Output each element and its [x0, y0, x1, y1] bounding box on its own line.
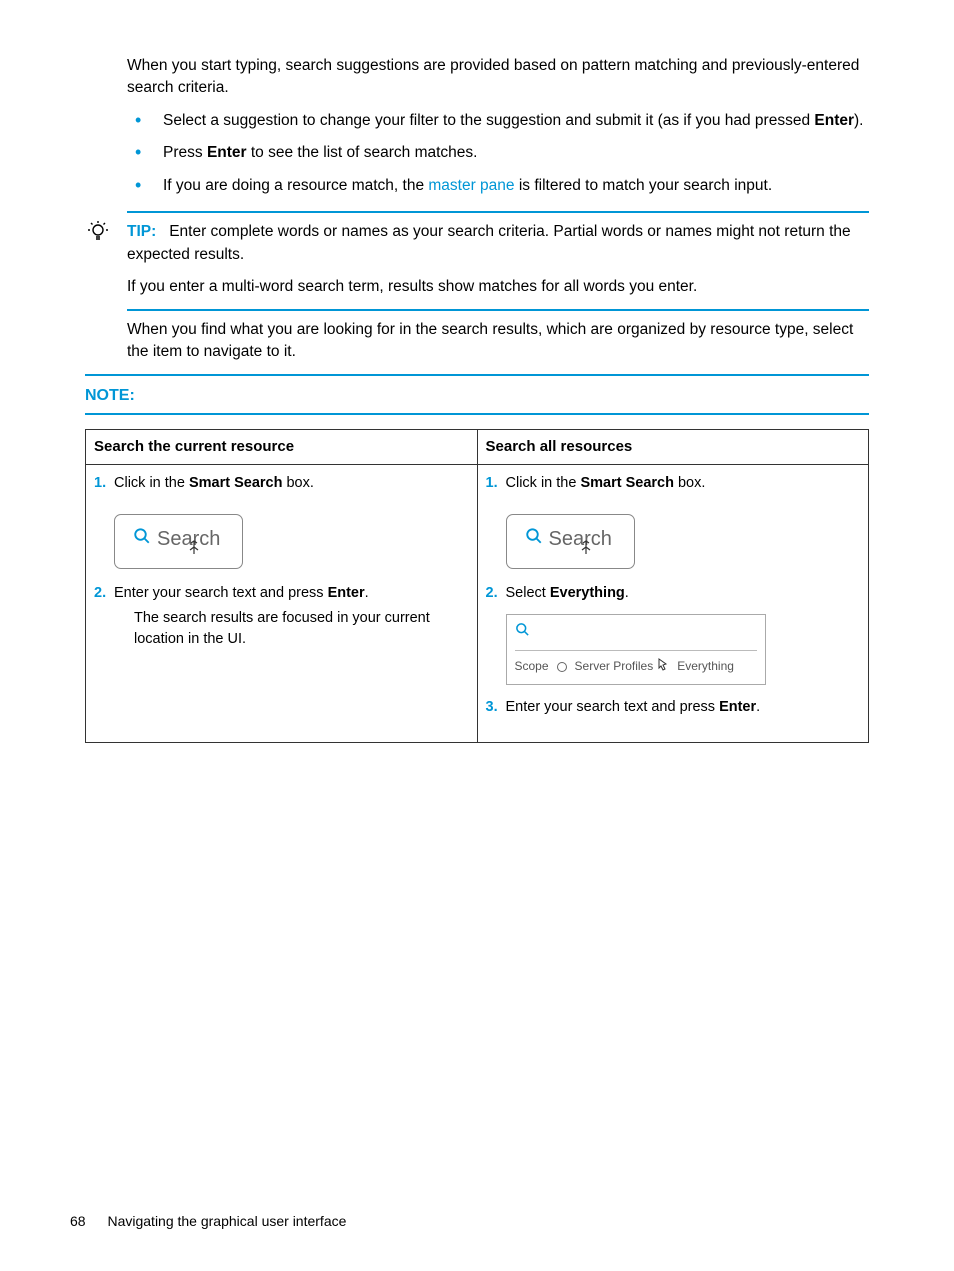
- text: Press: [163, 144, 207, 161]
- text: Select a suggestion to change your filte…: [163, 112, 814, 129]
- note-label: NOTE:: [85, 384, 869, 407]
- bold-text: Smart Search: [189, 475, 283, 491]
- text: box.: [282, 475, 313, 491]
- bullet-item: If you are doing a resource match, the m…: [127, 175, 869, 197]
- tip-text: Enter complete words or names as your se…: [127, 223, 851, 262]
- step-subtext: The search results are focused in your c…: [134, 608, 467, 650]
- step-1: 1. Click in the Smart Search box.: [486, 473, 859, 494]
- scope-option: Server Profiles: [575, 658, 654, 675]
- page-footer: 68 Navigating the graphical user interfa…: [70, 1211, 346, 1231]
- search-box-illustration: Search: [114, 514, 243, 569]
- cursor-icon: [657, 657, 669, 676]
- bullet-item: Press Enter to see the list of search ma…: [127, 142, 869, 164]
- text: to see the list of search matches.: [247, 144, 478, 161]
- search-icon: [515, 621, 530, 644]
- bold-text: Everything: [550, 585, 625, 601]
- text: ).: [854, 112, 863, 129]
- lightbulb-icon: [85, 219, 111, 245]
- page-number: 68: [70, 1213, 86, 1229]
- text: Click in the: [506, 475, 581, 491]
- radio-icon: [557, 662, 567, 672]
- scope-box-illustration: Scope Server Profiles Everything: [506, 614, 766, 686]
- step-number: 2.: [486, 583, 498, 604]
- search-icon: [133, 525, 151, 554]
- text: .: [756, 699, 760, 715]
- text: Enter your search text and press: [506, 699, 720, 715]
- bold-text: Smart Search: [580, 475, 674, 491]
- text: If you are doing a resource match, the: [163, 177, 428, 194]
- tip-label: TIP:: [127, 223, 156, 240]
- text: .: [625, 585, 629, 601]
- table-cell-right: 1. Click in the Smart Search box. Search…: [477, 464, 869, 743]
- intro-bullet-list: Select a suggestion to change your filte…: [127, 110, 869, 197]
- tip-line-1: TIP: Enter complete words or names as yo…: [127, 221, 869, 266]
- table-cell-left: 1. Click in the Smart Search box. Search…: [86, 464, 478, 743]
- scope-option: Everything: [677, 658, 734, 675]
- text: Select: [506, 585, 550, 601]
- divider: [127, 309, 869, 311]
- step-3: 3. Enter your search text and press Ente…: [486, 697, 859, 718]
- table-header-left: Search the current resource: [86, 429, 478, 464]
- text: Enter your search text and press: [114, 585, 328, 601]
- text: box.: [674, 475, 705, 491]
- search-icon: [525, 525, 543, 554]
- scope-row: Scope Server Profiles Everything: [515, 650, 757, 676]
- cursor-icon: [186, 537, 202, 566]
- bold-text: Enter: [328, 585, 365, 601]
- step-number: 2.: [94, 583, 106, 604]
- divider: [127, 211, 869, 213]
- step-number: 1.: [486, 473, 498, 494]
- bold-text: Enter: [719, 699, 756, 715]
- table-header-right: Search all resources: [477, 429, 869, 464]
- text: Click in the: [114, 475, 189, 491]
- intro-paragraph: When you start typing, search suggestion…: [127, 55, 869, 100]
- bold-text: Enter: [207, 144, 247, 161]
- step-2: 2. Enter your search text and press Ente…: [94, 583, 467, 650]
- scope-label: Scope: [515, 658, 549, 675]
- step-1: 1. Click in the Smart Search box.: [94, 473, 467, 494]
- step-number: 3.: [486, 697, 498, 718]
- master-pane-link[interactable]: master pane: [428, 177, 514, 194]
- text: .: [365, 585, 369, 601]
- step-2: 2. Select Everything.: [486, 583, 859, 604]
- cursor-icon: [578, 537, 594, 566]
- text: is filtered to match your search input.: [515, 177, 773, 194]
- divider: [85, 413, 869, 415]
- search-box-illustration: Search: [506, 514, 635, 569]
- bullet-item: Select a suggestion to change your filte…: [127, 110, 869, 132]
- tip-line-2: If you enter a multi-word search term, r…: [127, 276, 869, 298]
- divider: [85, 374, 869, 376]
- bold-text: Enter: [814, 112, 854, 129]
- step-number: 1.: [94, 473, 106, 494]
- footer-title: Navigating the graphical user interface: [107, 1213, 346, 1229]
- comparison-table: Search the current resource Search all r…: [85, 429, 869, 744]
- after-paragraph: When you find what you are looking for i…: [127, 319, 869, 364]
- tip-block: TIP: Enter complete words or names as yo…: [127, 221, 869, 298]
